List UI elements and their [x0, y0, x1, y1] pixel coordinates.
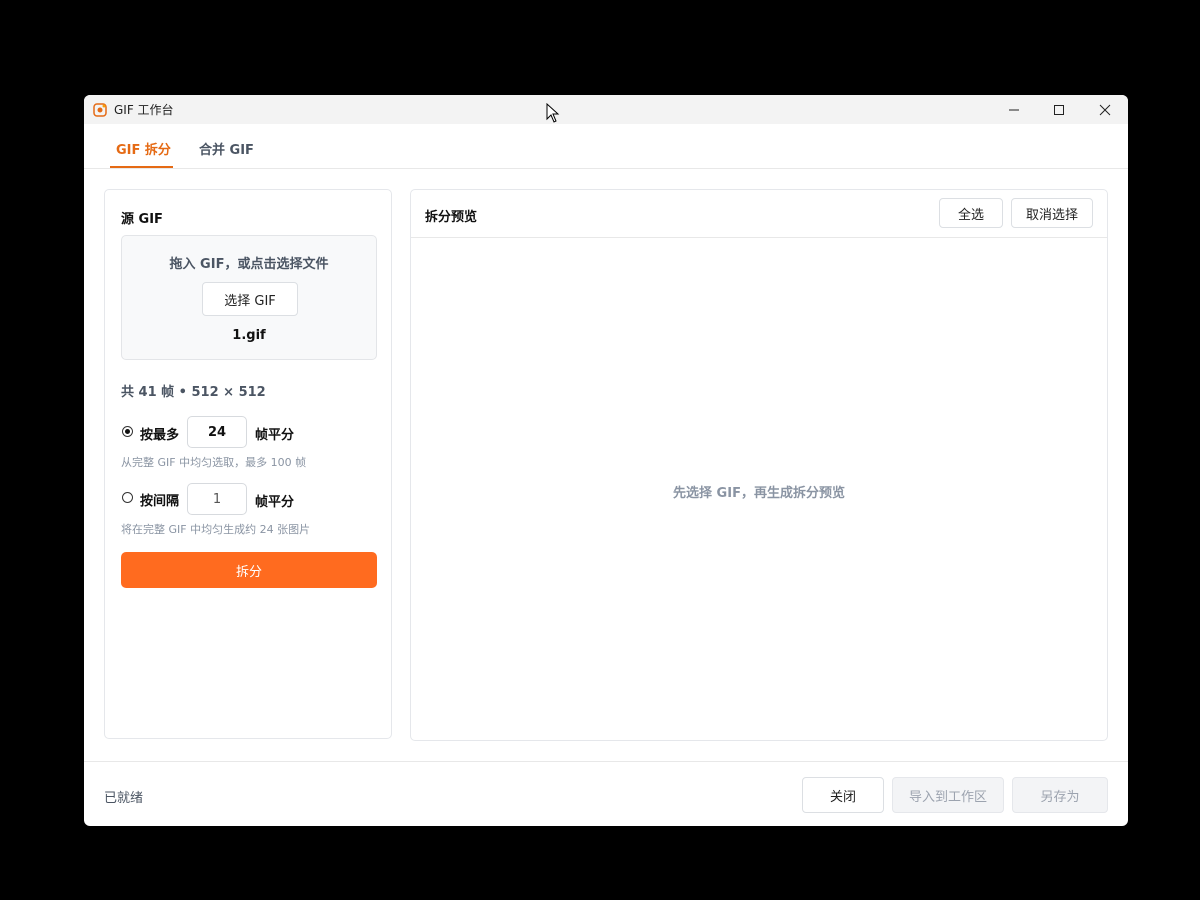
split-button[interactable]: 拆分 [121, 552, 377, 588]
deselect-button[interactable]: 取消选择 [1011, 198, 1093, 228]
preview-panel: 拆分预览 全选 取消选择 先选择 GIF，再生成拆分预览 [410, 189, 1108, 741]
interval-unit: 帧平分 [255, 495, 295, 510]
preview-header: 拆分预览 全选 取消选择 [411, 190, 1107, 238]
tab-merge-gif[interactable]: 合并 GIF [199, 139, 254, 158]
maximize-button[interactable] [1036, 95, 1082, 124]
save-as-button[interactable]: 另存为 [1012, 777, 1108, 813]
interval-label: 按间隔 [140, 494, 180, 509]
select-all-button[interactable]: 全选 [939, 198, 1003, 228]
minimize-button[interactable] [991, 95, 1037, 124]
radio-interval[interactable] [122, 492, 133, 503]
preview-empty-text: 先选择 GIF，再生成拆分预览 [673, 486, 845, 501]
drop-hint: 拖入 GIF，或点击选择文件 [169, 257, 329, 272]
close-button[interactable]: 关闭 [802, 777, 884, 813]
maximize-icon [1054, 104, 1064, 115]
preview-title: 拆分预览 [425, 210, 478, 225]
source-title: 源 GIF [121, 212, 163, 227]
status-text: 已就绪 [104, 791, 144, 806]
minimize-icon [1009, 109, 1019, 110]
close-window-button[interactable] [1082, 95, 1128, 124]
tab-bar: GIF 拆分 合并 GIF [84, 124, 1128, 169]
app-window: GIF 工作台 GIF 拆分 合并 GIF 源 GIF 拖入 GIF，或点击选择… [84, 95, 1128, 826]
max-frames-label: 按最多 [140, 428, 180, 443]
selected-file-name: 1.gif [232, 328, 266, 343]
max-frames-help: 从完整 GIF 中均匀选取，最多 100 帧 [121, 456, 307, 469]
active-tab-indicator [110, 166, 173, 168]
gif-app-icon [93, 102, 107, 117]
gif-dropzone[interactable]: 拖入 GIF，或点击选择文件 选择 GIF 1.gif [121, 235, 377, 360]
max-frames-unit: 帧平分 [255, 428, 295, 443]
import-to-workspace-button[interactable]: 导入到工作区 [892, 777, 1004, 813]
radio-max-frames[interactable] [122, 426, 133, 437]
frame-info: 共 41 帧 • 512 × 512 [121, 385, 266, 400]
footer-bar: 已就绪 关闭 导入到工作区 另存为 [84, 761, 1128, 826]
interval-help: 将在完整 GIF 中均匀生成约 24 张图片 [121, 523, 311, 536]
max-frames-input[interactable] [187, 416, 247, 448]
interval-input[interactable] [187, 483, 247, 515]
window-title: GIF 工作台 [114, 103, 174, 117]
close-icon [1099, 104, 1111, 115]
source-panel: 源 GIF 拖入 GIF，或点击选择文件 选择 GIF 1.gif 共 41 帧… [104, 189, 392, 739]
tab-gif-split[interactable]: GIF 拆分 [116, 139, 171, 158]
title-bar[interactable]: GIF 工作台 [84, 95, 1128, 124]
choose-gif-button[interactable]: 选择 GIF [202, 282, 298, 316]
mouse-cursor-icon [546, 103, 560, 123]
